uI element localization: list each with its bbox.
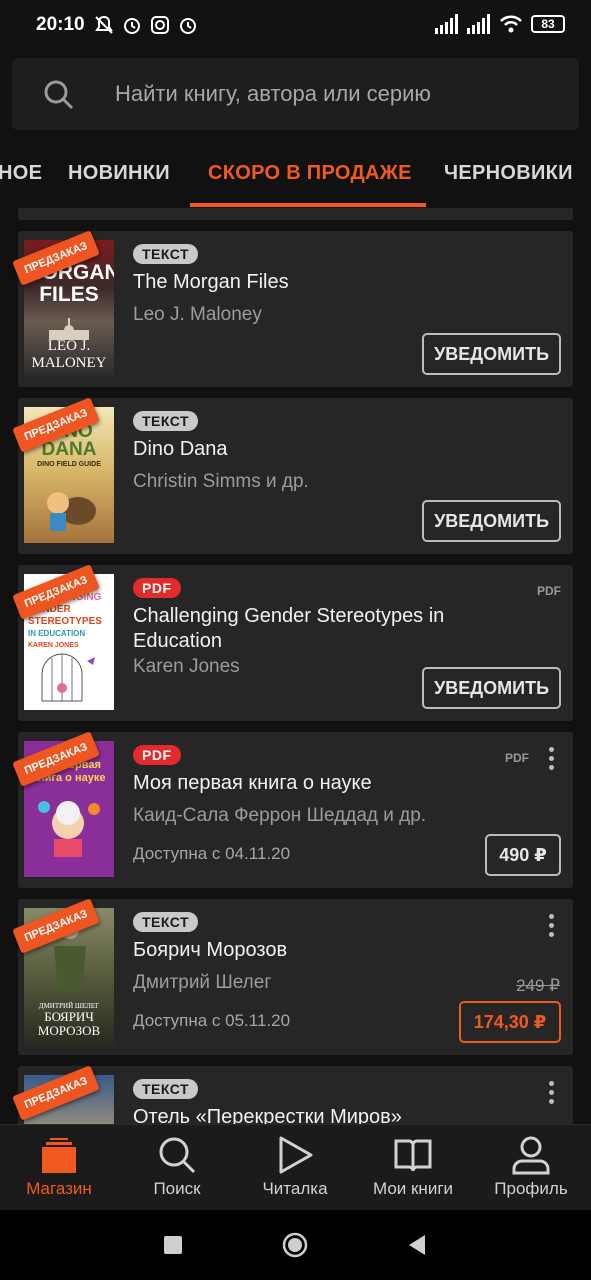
book-title[interactable]: Challenging Gender Stereotypes in Educat…	[133, 604, 528, 654]
book-list: MORGAN FILES LEO J. MALONEY ПРЕДЗАКАЗ ТЕ…	[0, 208, 591, 1124]
profile-icon	[512, 1136, 550, 1175]
nav-reader[interactable]: Читалка	[236, 1125, 354, 1211]
tab-partial[interactable]: НОЕ	[0, 162, 42, 185]
system-navigation-bar	[0, 1210, 591, 1280]
search-icon	[44, 80, 74, 110]
book-title[interactable]: Моя первая книга о науке	[133, 771, 528, 796]
signal-icon	[435, 14, 458, 34]
cover-author-line: MALONEY	[31, 355, 107, 371]
price-button[interactable]: 490 ₽	[485, 834, 561, 876]
nav-label: Профиль	[494, 1179, 568, 1198]
cover-title-line: FILES	[39, 283, 99, 306]
notify-button[interactable]: УВЕДОМИТЬ	[422, 500, 561, 542]
system-status-icons: 83	[435, 14, 565, 34]
book-author[interactable]: Karen Jones	[133, 656, 240, 678]
price-button[interactable]: 174,30 ₽	[459, 1001, 561, 1043]
cover-title-line: БОЯРИЧ	[44, 1009, 94, 1024]
more-options-icon[interactable]	[543, 745, 559, 773]
book-icon	[394, 1139, 432, 1172]
search-placeholder[interactable]: Найти книгу, автора или серию	[115, 81, 431, 107]
book-author[interactable]: Каид-Сала Феррон Шеддад и др.	[133, 805, 426, 827]
nav-search[interactable]: Поиск	[118, 1125, 236, 1211]
format-badge: ТЕКСТ	[133, 1079, 199, 1099]
mute-bell-icon	[93, 14, 115, 36]
book-card[interactable]: DINO DANA DINO FIELD GUIDE ПРЕДЗАКАЗ ТЕК…	[12, 397, 573, 554]
more-options-icon[interactable]	[543, 912, 559, 940]
nav-label: Поиск	[153, 1179, 201, 1198]
nav-label: Магазин	[26, 1179, 92, 1198]
format-badge: ТЕКСТ	[133, 411, 199, 431]
nav-label: Читалка	[262, 1179, 328, 1198]
cover-title-line: IN EDUCATION	[28, 629, 86, 638]
instagram-icon	[149, 14, 171, 36]
cover-title-line: STEREOTYPES	[28, 616, 102, 627]
notify-button[interactable]: УВЕДОМИТЬ	[422, 333, 561, 375]
nav-shop[interactable]: Магазин	[0, 1125, 118, 1211]
book-author[interactable]: Дмитрий Шелег	[133, 972, 271, 994]
book-card[interactable]: MORGAN FILES LEO J. MALONEY ПРЕДЗАКАЗ ТЕ…	[12, 230, 573, 387]
format-badge: ТЕКСТ	[133, 912, 199, 932]
book-card[interactable]: ПРЕДЗАКАЗ ТЕКСТ Отель «Перекрестки Миров…	[12, 1065, 573, 1124]
status-bar: 20:10 83	[0, 0, 591, 52]
format-badge: PDF	[133, 745, 181, 765]
format-tag: PDF	[537, 584, 561, 598]
home-icon[interactable]	[281, 1231, 309, 1259]
tab-new[interactable]: НОВИНКИ	[68, 162, 170, 185]
notification-icons	[93, 14, 199, 36]
more-options-icon[interactable]	[543, 1079, 559, 1107]
back-icon[interactable]	[407, 1234, 427, 1256]
cover-title-line: МОРОЗОВ	[37, 1023, 101, 1038]
tab-drafts[interactable]: ЧЕРНОВИКИ	[444, 162, 573, 185]
previous-card-remnant	[18, 208, 573, 220]
active-tab-indicator	[190, 203, 426, 207]
nav-profile[interactable]: Профиль	[472, 1125, 590, 1211]
play-icon	[279, 1136, 313, 1174]
availability-date: Доступна с 04.11.20	[133, 844, 291, 863]
signal-icon-2	[467, 14, 490, 34]
book-title[interactable]: The Morgan Files	[133, 270, 528, 295]
format-badge: PDF	[133, 578, 181, 598]
cover-subtitle: DINO FIELD GUIDE	[37, 461, 101, 468]
book-author[interactable]: Christin Simms и др.	[133, 471, 309, 493]
category-tabs: НОЕ НОВИНКИ СКОРО В ПРОДАЖЕ ЧЕРНОВИКИ	[0, 148, 591, 208]
search-icon	[159, 1137, 196, 1174]
nav-my-books[interactable]: Мои книги	[354, 1125, 472, 1211]
nav-label: Мои книги	[372, 1179, 454, 1198]
book-author[interactable]: Leo J. Maloney	[133, 304, 262, 326]
tab-coming-soon[interactable]: СКОРО В ПРОДАЖЕ	[208, 162, 412, 185]
old-price: 249 ₽	[516, 976, 560, 995]
capitol-image	[49, 318, 89, 340]
book-title[interactable]: Dino Dana	[133, 437, 528, 462]
status-time: 20:10	[36, 14, 85, 35]
book-title[interactable]: Боярич Морозов	[133, 938, 528, 963]
science-illustration	[38, 801, 100, 857]
battery-level: 83	[541, 17, 555, 31]
book-card[interactable]: ДМИТРИЙ ШЕЛЕГ БОЯРИЧ МОРОЗОВ ПРЕДЗАКАЗ Т…	[12, 898, 573, 1055]
cover-author-line: LEO J.	[47, 338, 91, 354]
format-tag: PDF	[505, 751, 529, 765]
book-title[interactable]: Отель «Перекрестки Миров»	[133, 1105, 528, 1124]
alarm-icon-2	[177, 14, 199, 36]
book-card[interactable]: Моя первая книга о науке ПРЕДЗАКАЗ PDF P…	[12, 731, 573, 888]
bottom-navigation: Магазин Поиск Читалка Мои книги Профиль	[0, 1124, 591, 1210]
shop-icon	[42, 1138, 76, 1173]
format-badge: ТЕКСТ	[133, 244, 199, 264]
notify-button[interactable]: УВЕДОМИТЬ	[422, 667, 561, 709]
book-card[interactable]: CHALLENGING GENDER STEREOTYPES IN EDUCAT…	[12, 564, 573, 721]
availability-date: Доступна с 05.11.20	[133, 1011, 291, 1030]
alarm-icon	[121, 14, 143, 36]
battery-icon: 83	[531, 15, 565, 33]
dinosaur-illustration	[47, 492, 96, 531]
recents-icon[interactable]	[163, 1235, 183, 1255]
search-bar[interactable]: Найти книгу, автора или серию	[12, 58, 579, 130]
wifi-icon	[500, 15, 522, 33]
birdcage-illustration	[41, 653, 95, 702]
